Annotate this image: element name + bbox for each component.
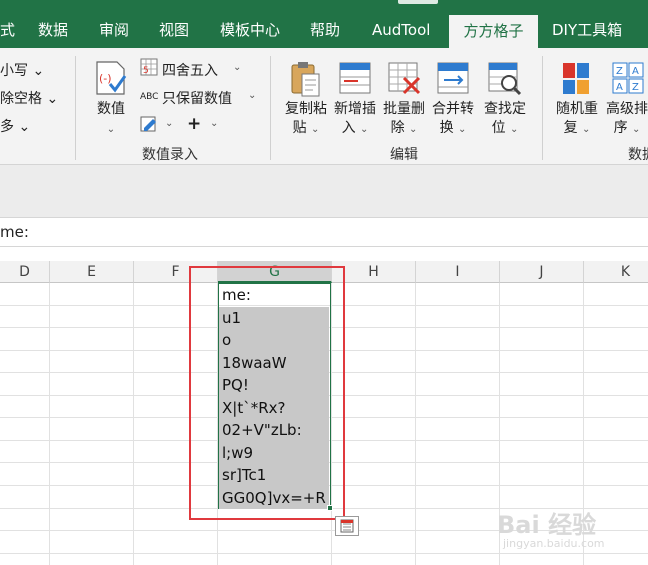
- merge-label-line2: 换 ⌄: [439, 120, 467, 136]
- quick-analysis-button[interactable]: [335, 516, 359, 536]
- toolbar-band: [0, 165, 648, 217]
- column-header-d[interactable]: D: [0, 261, 50, 283]
- find-locate-button[interactable]: 查找定 位 ⌄: [481, 100, 529, 139]
- round-half-up-button[interactable]: 四舍五入: [162, 60, 218, 80]
- insert-label-line1: 新增插: [334, 101, 376, 117]
- merge-label-line1: 合并转: [432, 101, 474, 117]
- find-locate-icon[interactable]: [487, 60, 523, 100]
- svg-text:(-): (-): [99, 72, 112, 85]
- numeric-value-icon[interactable]: (-): [94, 60, 128, 100]
- random-label-line2: 复 ⌄: [563, 120, 591, 136]
- chevron-down-icon[interactable]: ⌄: [210, 118, 218, 129]
- watermark-url: jingyan.baidu.com: [503, 537, 605, 550]
- clipboard-icon[interactable]: [289, 60, 323, 102]
- quick-analysis-icon: [340, 519, 354, 533]
- batch-delete-button[interactable]: 批量删 除 ⌄: [380, 100, 428, 139]
- tab-diy-toolbox[interactable]: DIY工具箱: [552, 12, 622, 48]
- batch-delete-label-line1: 批量删: [383, 101, 425, 117]
- column-header-i[interactable]: I: [416, 261, 500, 283]
- insert-label-line2: 入 ⌄: [341, 120, 369, 136]
- abc-icon: ABC: [140, 92, 159, 102]
- formula-bar-value[interactable]: me:: [0, 223, 29, 241]
- numeric-value-button[interactable]: 数值: [92, 100, 130, 119]
- ribbon-tab-bar: 式 数据 审阅 视图 模板中心 帮助 AudTool 方方格子 DIY工具箱: [0, 0, 648, 48]
- sort-label-line2: 序 ⌄: [613, 120, 641, 136]
- group-label-edit: 编辑: [390, 147, 418, 163]
- tab-template-center[interactable]: 模板中心: [220, 12, 280, 48]
- column-header-k[interactable]: K: [584, 261, 648, 283]
- chevron-down-icon[interactable]: ⌄: [92, 120, 130, 139]
- svg-text:Z: Z: [616, 66, 623, 77]
- tab-audtool[interactable]: AudTool: [372, 12, 430, 48]
- ribbon-panel: 小写 ⌄ 除空格 ⌄ 多 ⌄ (-) 数值 ⌄ 5 四舍五入 ⌄ ABC 只保留…: [0, 48, 648, 165]
- red-highlight-box: [189, 266, 345, 520]
- plus-icon[interactable]: +: [187, 114, 201, 134]
- merge-convert-button[interactable]: 合并转 换 ⌄: [429, 100, 477, 139]
- advanced-sort-button[interactable]: 高级排 序 ⌄: [603, 100, 648, 139]
- chevron-down-icon[interactable]: ⌄: [165, 118, 173, 129]
- keep-numeric-only-button[interactable]: 只保留数值: [162, 88, 232, 108]
- insert-button[interactable]: 新增插 入 ⌄: [331, 100, 379, 139]
- svg-text:A: A: [632, 66, 639, 77]
- chevron-down-icon[interactable]: ⌄: [248, 90, 256, 101]
- svg-text:A: A: [616, 82, 623, 93]
- random-repeat-button[interactable]: 随机重 复 ⌄: [553, 100, 601, 139]
- group-separator: [542, 56, 543, 160]
- column-header-j[interactable]: J: [500, 261, 584, 283]
- column-header-e[interactable]: E: [50, 261, 134, 283]
- merge-convert-icon[interactable]: [436, 60, 472, 100]
- chevron-down-icon[interactable]: ⌄: [233, 62, 241, 73]
- random-label-line1: 随机重: [556, 101, 598, 117]
- edit-sheet-icon[interactable]: [140, 115, 160, 137]
- sheet-gap: [0, 247, 648, 261]
- copy-paste-button[interactable]: 复制粘 贴 ⌄: [282, 100, 330, 139]
- window-title-fragment: [398, 0, 438, 4]
- group-label-data: 数据: [628, 147, 648, 163]
- batch-delete-label-line2: 除 ⌄: [390, 120, 418, 136]
- tab-fangfang-gezi[interactable]: 方方格子: [449, 15, 538, 48]
- group-separator: [270, 56, 271, 160]
- remove-spaces-menu[interactable]: 除空格 ⌄: [0, 88, 58, 108]
- batch-delete-icon[interactable]: [387, 60, 423, 100]
- group-label-numeric-entry: 数值录入: [142, 147, 198, 163]
- sort-label-line1: 高级排: [606, 101, 648, 117]
- svg-text:Z: Z: [632, 82, 639, 93]
- copy-paste-label-line1: 复制粘: [285, 101, 327, 117]
- formula-bar[interactable]: me:: [0, 217, 648, 247]
- watermark-logo: Bai 经验: [497, 511, 597, 539]
- insert-rows-icon[interactable]: [338, 60, 372, 100]
- svg-text:5: 5: [143, 66, 149, 76]
- tab-review[interactable]: 审阅: [99, 12, 129, 48]
- round-icon: 5: [140, 58, 158, 80]
- lowercase-menu[interactable]: 小写 ⌄: [0, 60, 44, 80]
- find-label-line2: 位 ⌄: [491, 120, 519, 136]
- copy-paste-label-line2: 贴 ⌄: [292, 120, 320, 136]
- advanced-sort-icon[interactable]: Z A A Z: [611, 60, 645, 100]
- tab-help[interactable]: 帮助: [310, 12, 340, 48]
- tab-format[interactable]: 式: [0, 12, 15, 48]
- find-label-line1: 查找定: [484, 101, 526, 117]
- tab-data[interactable]: 数据: [38, 12, 68, 48]
- group-separator: [75, 56, 76, 160]
- more-menu[interactable]: 多 ⌄: [0, 116, 30, 136]
- random-repeat-icon[interactable]: [561, 60, 591, 100]
- tab-view[interactable]: 视图: [159, 12, 189, 48]
